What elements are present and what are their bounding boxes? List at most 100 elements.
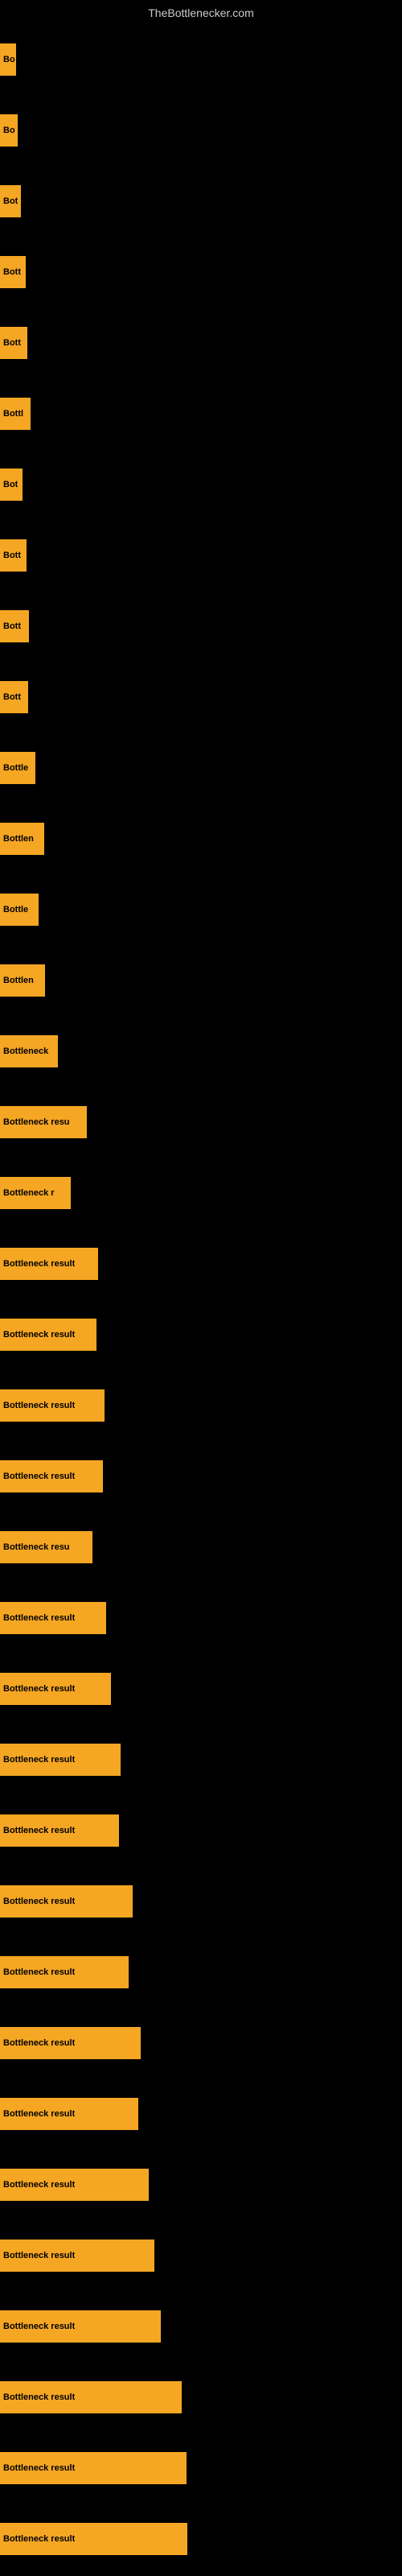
bar-6: Bot [0,469,23,501]
bar-13: Bottlen [0,964,45,997]
bar-row: Bottleneck resu [0,1512,402,1583]
bar-label-16: Bottleneck r [3,1188,55,1198]
bar-row: Bo [0,24,402,95]
bar-label-28: Bottleneck result [3,2038,75,2048]
bar-row: Bottleneck result [0,1653,402,1724]
bar-row: Bottleneck result [0,2008,402,2079]
bar-label-3: Bott [3,267,21,277]
bar-row: Bottle [0,874,402,945]
bar-row: Bottleneck result [0,1441,402,1512]
bar-5: Bottl [0,398,31,430]
bar-row: Bottleneck result [0,2433,402,2504]
bar-label-19: Bottleneck result [3,1401,75,1410]
bar-row: Bottleneck result [0,2291,402,2362]
bar-label-11: Bottlen [3,834,34,844]
bar-row: Bot [0,449,402,520]
bar-12: Bottle [0,894,39,926]
bar-label-24: Bottleneck result [3,1755,75,1765]
bar-label-26: Bottleneck result [3,1897,75,1906]
bar-19: Bottleneck result [0,1389,105,1422]
bar-30: Bottleneck result [0,2169,149,2201]
bar-row: Bottleneck result [0,1370,402,1441]
bar-32: Bottleneck result [0,2310,161,2343]
bar-row: Bottlen [0,945,402,1016]
bar-26: Bottleneck result [0,1885,133,1918]
bar-14: Bottleneck [0,1035,58,1067]
bar-row: Bottle [0,733,402,803]
bar-4: Bott [0,327,27,359]
bar-label-25: Bottleneck result [3,1826,75,1835]
bar-31: Bottleneck result [0,2240,154,2272]
bar-label-32: Bottleneck result [3,2322,75,2331]
bar-row: Bott [0,237,402,308]
bar-label-18: Bottleneck result [3,1330,75,1340]
bar-label-0: Bo [3,55,15,64]
bar-row: Bottleneck [0,1016,402,1087]
bar-row: Bottleneck result [0,2149,402,2220]
bar-label-10: Bottle [3,763,28,773]
bar-23: Bottleneck result [0,1673,111,1705]
bar-label-21: Bottleneck resu [3,1542,70,1552]
bar-row: Bottleneck result [0,2079,402,2149]
bar-label-34: Bottleneck result [3,2463,75,2473]
bar-label-35: Bottleneck result [3,2534,75,2544]
bar-row: Bott [0,308,402,378]
bar-row: Bottleneck result [0,1937,402,2008]
bar-16: Bottleneck r [0,1177,71,1209]
bar-10: Bottle [0,752,35,784]
bar-row: Bottleneck result [0,2504,402,2574]
bar-row: Bott [0,591,402,662]
bar-label-12: Bottle [3,905,28,914]
bar-label-20: Bottleneck result [3,1472,75,1481]
bar-9: Bott [0,681,28,713]
bar-21: Bottleneck resu [0,1531,92,1563]
bar-24: Bottleneck result [0,1744,121,1776]
bar-row: Bottleneck result [0,1724,402,1795]
bar-3: Bott [0,256,26,288]
bar-label-29: Bottleneck result [3,2109,75,2119]
bar-20: Bottleneck result [0,1460,103,1492]
bar-row: Bottleneck resu [0,1087,402,1158]
bar-label-33: Bottleneck result [3,2392,75,2402]
bar-label-17: Bottleneck result [3,1259,75,1269]
bar-label-6: Bot [3,480,18,489]
bar-35: Bottleneck result [0,2523,187,2555]
bar-11: Bottlen [0,823,44,855]
bar-row: Bottleneck r [0,1158,402,1228]
bar-22: Bottleneck result [0,1602,106,1634]
bar-label-15: Bottleneck resu [3,1117,70,1127]
bar-row: Bottleneck result [0,2362,402,2433]
bar-row: Bottlen [0,803,402,874]
bar-34: Bottleneck result [0,2452,187,2484]
bar-label-1: Bo [3,126,15,135]
bar-label-30: Bottleneck result [3,2180,75,2190]
bar-label-14: Bottleneck [3,1046,48,1056]
bar-0: Bo [0,43,16,76]
bar-33: Bottleneck result [0,2381,182,2413]
bar-8: Bott [0,610,29,642]
bar-label-2: Bot [3,196,18,206]
bar-27: Bottleneck result [0,1956,129,1988]
bars-container: Bo Bo Bot Bott Bott Bottl Bot Bott Bott Bott Bottl… [0,24,402,2574]
bar-28: Bottleneck result [0,2027,141,2059]
bar-1: Bo [0,114,18,147]
bar-25: Bottleneck result [0,1814,119,1847]
bar-row: Bottleneck result [0,1583,402,1653]
bar-15: Bottleneck resu [0,1106,87,1138]
bar-label-22: Bottleneck result [3,1613,75,1623]
site-title: TheBottlenecker.com [0,0,402,26]
bar-label-7: Bott [3,551,21,560]
bar-row: Bottleneck result [0,1299,402,1370]
bar-label-13: Bottlen [3,976,34,985]
bar-label-31: Bottleneck result [3,2251,75,2260]
bar-row: Bott [0,520,402,591]
bar-row: Bo [0,95,402,166]
bar-label-5: Bottl [3,409,23,419]
bar-18: Bottleneck result [0,1319,96,1351]
bar-label-9: Bott [3,692,21,702]
bar-row: Bottl [0,378,402,449]
bar-row: Bottleneck result [0,2220,402,2291]
bar-label-4: Bott [3,338,21,348]
bar-row: Bottleneck result [0,1795,402,1866]
bar-row: Bott [0,662,402,733]
